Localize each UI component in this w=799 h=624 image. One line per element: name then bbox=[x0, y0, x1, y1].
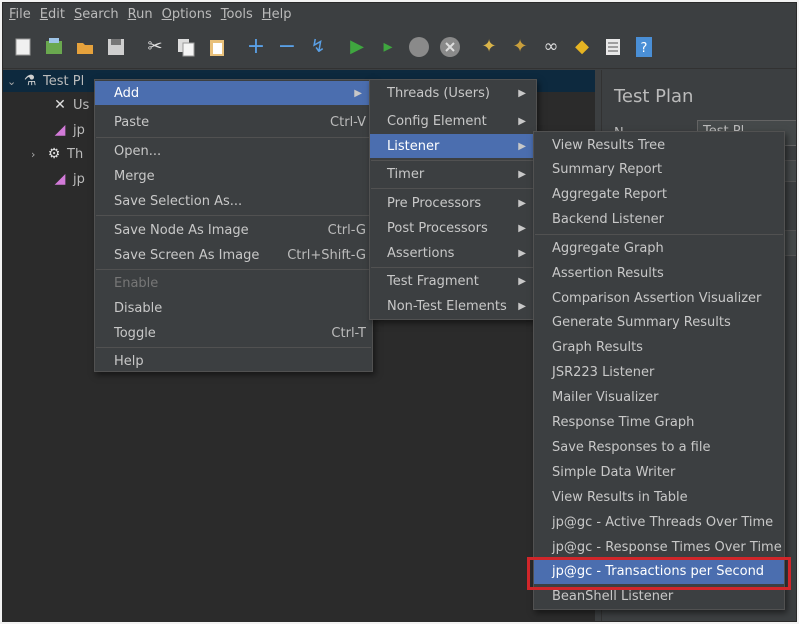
listener-item[interactable]: Generate Summary Results bbox=[534, 311, 784, 335]
menu-edit[interactable]: Edit bbox=[40, 7, 65, 22]
stop-icon[interactable] bbox=[407, 35, 431, 59]
collapse-icon[interactable]: − bbox=[275, 35, 299, 59]
listener-item[interactable]: JSR223 Listener bbox=[534, 361, 784, 385]
clear-all-icon[interactable]: ✦ bbox=[508, 35, 532, 59]
function-helper-icon[interactable] bbox=[601, 35, 625, 59]
graph-icon: ◢ bbox=[54, 171, 66, 187]
menu-item-timer[interactable]: Timer ▶ bbox=[370, 162, 536, 186]
menu-item-listener[interactable]: Listener ▶ bbox=[370, 134, 536, 158]
add-submenu: Threads (Users) ▶ Config Element ▶ Listene… bbox=[369, 79, 537, 320]
menu-item-open[interactable]: Open... bbox=[95, 139, 372, 163]
submenu-arrow-icon: ▶ bbox=[518, 275, 526, 287]
listener-item[interactable]: View Results in Table bbox=[534, 485, 784, 509]
tree-label: Us bbox=[73, 97, 90, 113]
menu-item-toggle[interactable]: Toggle Ctrl-T bbox=[95, 321, 372, 345]
listener-item[interactable]: Mailer Visualizer bbox=[534, 386, 784, 410]
menu-tools[interactable]: Tools bbox=[221, 7, 253, 22]
chevron-right-icon[interactable]: › bbox=[31, 148, 45, 161]
submenu-arrow-icon: ▶ bbox=[518, 115, 526, 127]
listener-item[interactable]: jp@gc - Response Times Over Time bbox=[534, 535, 784, 559]
start-no-pauses-icon[interactable]: ▸ bbox=[376, 35, 400, 59]
toolbar: ✂ + − ↯ ▶ ▸ ✦ ✦ ∞ ◆ ? bbox=[3, 25, 796, 69]
submenu-arrow-icon: ▶ bbox=[518, 168, 526, 180]
expand-arrow-icon[interactable]: ⌄ bbox=[7, 75, 21, 88]
listener-item[interactable]: Backend Listener bbox=[534, 207, 784, 231]
submenu-arrow-icon: ▶ bbox=[518, 140, 526, 152]
tree-row-user-vars[interactable]: ✕ Us bbox=[51, 94, 89, 116]
tree-label: jp bbox=[73, 122, 85, 138]
menu-item-save-selection[interactable]: Save Selection As... bbox=[95, 189, 372, 213]
tree-label: jp bbox=[73, 171, 85, 187]
listener-item[interactable]: Response Time Graph bbox=[534, 411, 784, 435]
gear-icon: ⚙ bbox=[47, 146, 61, 162]
menu-item-disable[interactable]: Disable bbox=[95, 296, 372, 320]
submenu-arrow-icon: ▶ bbox=[518, 222, 526, 234]
menu-bar: File Edit Search Run Options Tools Help bbox=[3, 3, 796, 25]
panel-title: Test Plan bbox=[614, 86, 694, 107]
menu-item-pre-processors[interactable]: Pre Processors ▶ bbox=[370, 191, 536, 215]
menu-run[interactable]: Run bbox=[128, 7, 153, 22]
shutdown-icon[interactable] bbox=[438, 35, 462, 59]
paste-icon[interactable] bbox=[205, 35, 229, 59]
listener-item[interactable]: Graph Results bbox=[534, 336, 784, 360]
listener-item[interactable]: Assertion Results bbox=[534, 261, 784, 285]
graph-icon: ◢ bbox=[54, 122, 66, 138]
copy-icon[interactable] bbox=[174, 35, 198, 59]
listener-item[interactable]: Aggregate Graph bbox=[534, 236, 784, 260]
cut-icon[interactable]: ✂ bbox=[143, 35, 167, 59]
menu-item-merge[interactable]: Merge bbox=[95, 164, 372, 188]
search-icon[interactable]: ∞ bbox=[539, 35, 563, 59]
help-icon[interactable]: ? bbox=[632, 35, 656, 59]
new-icon[interactable] bbox=[11, 35, 35, 59]
clear-icon[interactable]: ✦ bbox=[477, 35, 501, 59]
expand-icon[interactable]: + bbox=[244, 35, 268, 59]
flask-icon: ⚗ bbox=[23, 73, 37, 89]
menu-search[interactable]: Search bbox=[74, 7, 119, 22]
start-icon[interactable]: ▶ bbox=[345, 35, 369, 59]
menu-item-threads[interactable]: Threads (Users) ▶ bbox=[370, 81, 536, 105]
svg-text:?: ? bbox=[641, 41, 648, 56]
listener-item[interactable]: jp@gc - Active Threads Over Time bbox=[534, 510, 784, 534]
menu-item-enable: Enable bbox=[114, 275, 159, 291]
annotation-highlight-box bbox=[527, 557, 791, 590]
menu-item-save-node-image[interactable]: Save Node As Image Ctrl-G bbox=[95, 218, 372, 242]
open-icon[interactable] bbox=[73, 35, 97, 59]
menu-item-non-test-elements[interactable]: Non-Test Elements ▶ bbox=[370, 294, 536, 318]
listener-item[interactable]: Simple Data Writer bbox=[534, 460, 784, 484]
tree-row-graph2[interactable]: ◢ jp bbox=[51, 168, 85, 190]
menu-item-assertions[interactable]: Assertions ▶ bbox=[370, 241, 536, 265]
save-icon[interactable] bbox=[104, 35, 128, 59]
menu-item-config-element[interactable]: Config Element ▶ bbox=[370, 109, 536, 133]
menu-item-add[interactable]: Add ▶ bbox=[95, 81, 372, 105]
tree-label: Test Pl bbox=[43, 73, 85, 89]
jmeter-window: File Edit Search Run Options Tools Help … bbox=[2, 2, 797, 622]
tree-row-graph1[interactable]: ◢ jp bbox=[51, 119, 85, 141]
listener-submenu: View Results Tree Summary Report Aggregate… bbox=[533, 131, 785, 610]
menu-item-help[interactable]: Help bbox=[95, 349, 372, 373]
listener-item[interactable]: View Results Tree bbox=[534, 133, 784, 157]
menu-item-test-fragment[interactable]: Test Fragment ▶ bbox=[370, 269, 536, 293]
listener-item[interactable]: Save Responses to a file bbox=[534, 435, 784, 459]
tree-label: Th bbox=[67, 146, 84, 162]
submenu-arrow-icon: ▶ bbox=[518, 87, 526, 99]
listener-item[interactable]: Comparison Assertion Visualizer bbox=[534, 286, 784, 310]
menu-file[interactable]: File bbox=[9, 7, 31, 22]
listener-item[interactable]: Summary Report bbox=[534, 158, 784, 182]
tree-row-thread-group[interactable]: › ⚙ Th bbox=[31, 143, 83, 165]
reset-search-icon[interactable]: ◆ bbox=[570, 35, 594, 59]
submenu-arrow-icon: ▶ bbox=[518, 300, 526, 312]
menu-options[interactable]: Options bbox=[162, 7, 212, 22]
context-menu: Add ▶ Paste Ctrl-V Open... Merge Save Sele… bbox=[94, 79, 373, 372]
toggle-icon[interactable]: ↯ bbox=[306, 35, 330, 59]
menu-help[interactable]: Help bbox=[262, 7, 292, 22]
tools-icon: ✕ bbox=[54, 97, 66, 113]
templates-icon[interactable] bbox=[42, 35, 66, 59]
listener-item[interactable]: Aggregate Report bbox=[534, 183, 784, 207]
submenu-arrow-icon: ▶ bbox=[518, 247, 526, 259]
menu-item-paste[interactable]: Paste Ctrl-V bbox=[95, 110, 372, 134]
submenu-arrow-icon: ▶ bbox=[518, 197, 526, 209]
submenu-arrow-icon: ▶ bbox=[354, 87, 362, 99]
menu-item-post-processors[interactable]: Post Processors ▶ bbox=[370, 216, 536, 240]
menu-item-save-screen-image[interactable]: Save Screen As Image Ctrl+Shift-G bbox=[95, 243, 372, 267]
